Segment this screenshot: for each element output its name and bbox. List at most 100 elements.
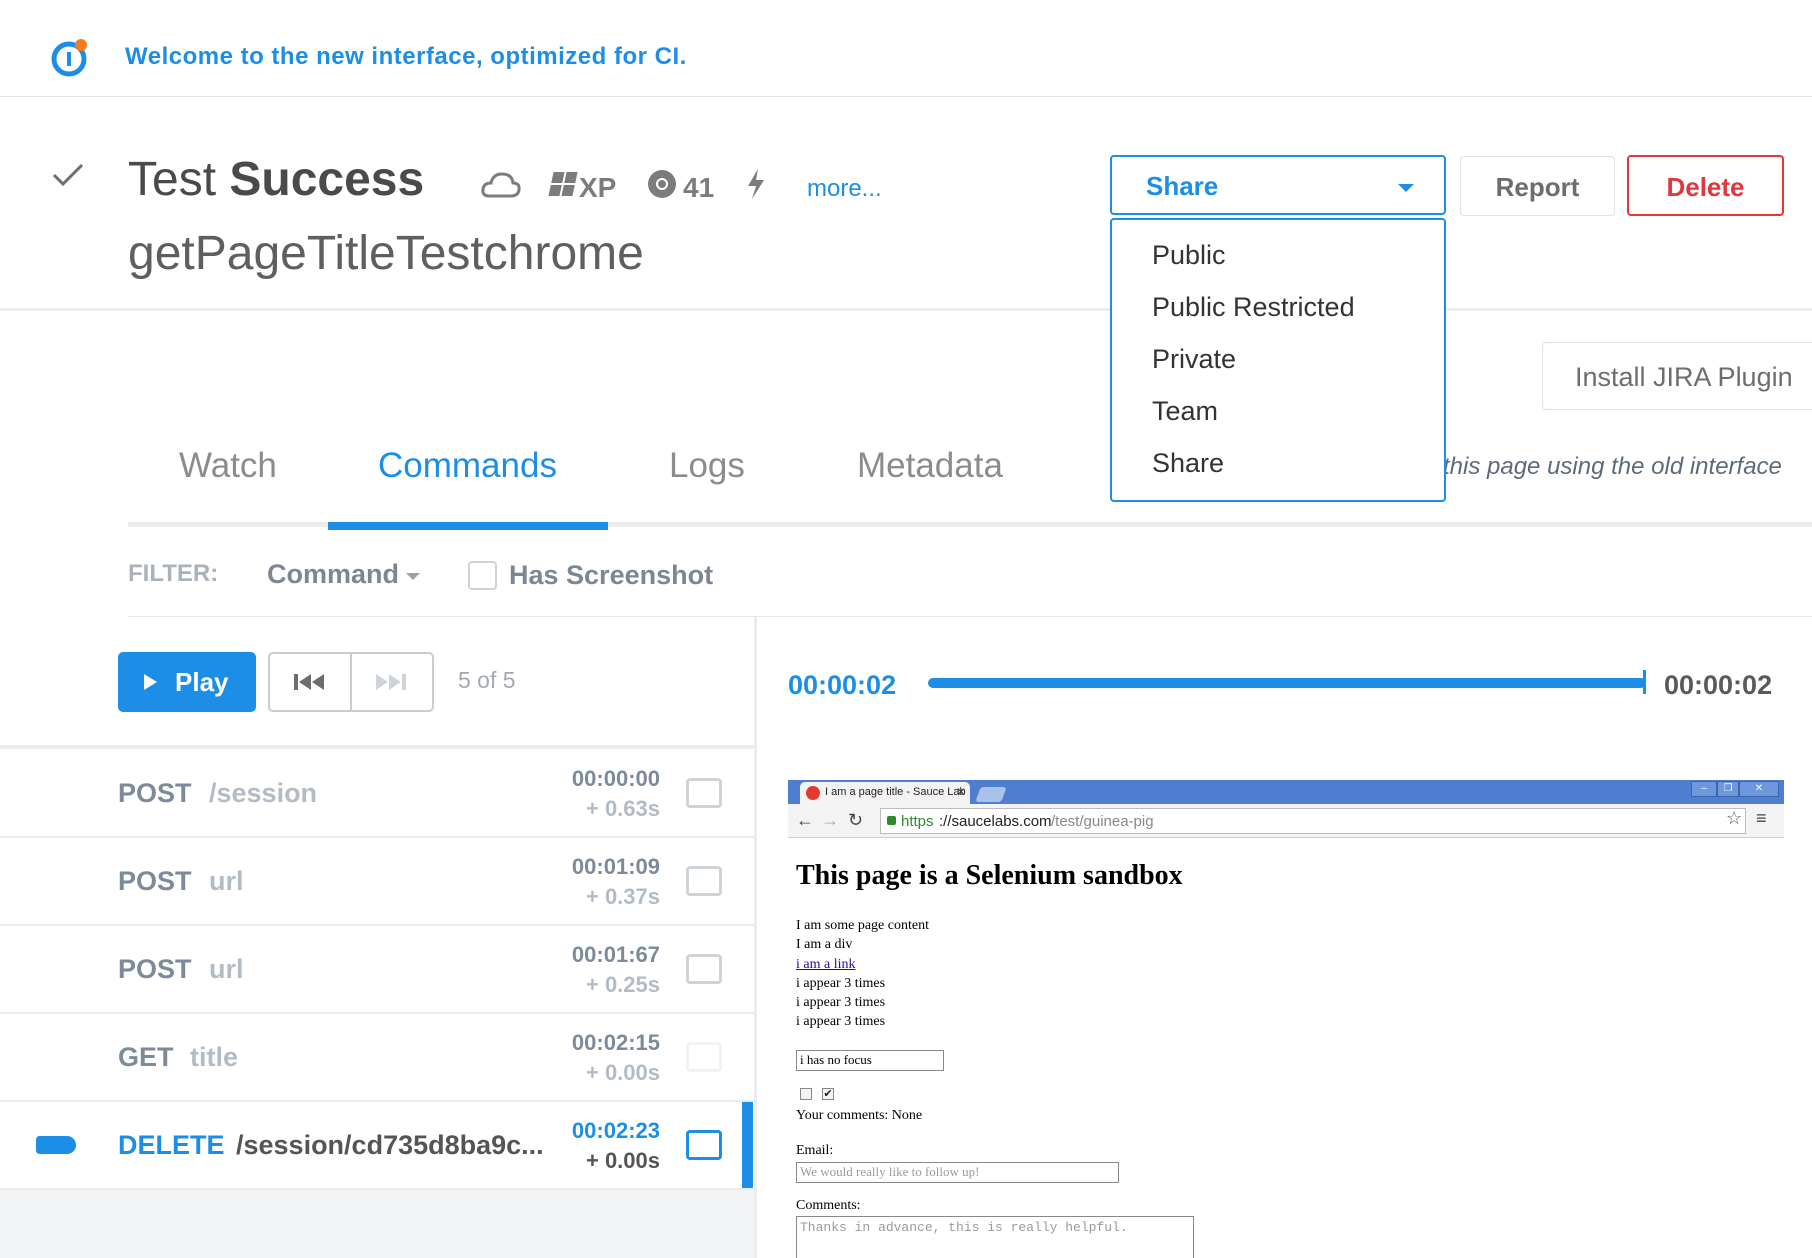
command-row[interactable]: POST url 00:01:67 + 0.25s [0,926,754,1014]
active-row-indicator [742,1102,753,1188]
tab-commands[interactable]: Commands [378,446,557,486]
page-comments-textarea: Thanks in advance, this is really helpfu… [796,1216,1194,1258]
current-time: 00:00:02 [788,670,897,700]
chrome-icon [648,170,676,198]
command-method: GET [118,1042,174,1072]
page-comments-label: Comments: [796,1198,861,1213]
test-name: getPageTitleTestchrome [128,227,644,280]
command-time: 00:01:67 [571,942,660,967]
command-delta: + 0.63s [585,796,660,821]
share-dropdown-button[interactable]: Share [1110,155,1446,215]
title-status: Success [229,153,425,206]
url-host: ://saucelabs.com [939,813,1052,830]
more-link[interactable]: more... [807,175,882,203]
command-delta: + 0.37s [585,884,660,909]
step-separator [350,654,352,710]
step-controls [268,652,434,712]
menu-item-team[interactable]: Team [1152,396,1218,427]
command-time: 00:01:09 [571,854,660,879]
total-time: 00:00:02 [1664,670,1773,700]
browser-titlebar: I am a page title - Sauce Lab ✕ – ❐ ✕ [788,780,1784,804]
delete-button[interactable]: Delete [1627,155,1784,216]
command-delta: + 0.00s [585,1148,660,1173]
has-screenshot-label[interactable]: Has Screenshot [509,560,713,591]
command-row[interactable]: GET title 00:02:15 + 0.00s [0,1014,754,1102]
url-scheme: https [901,813,934,830]
install-jira-plugin-button[interactable]: Install JIRA Plugin [1542,342,1812,410]
browser-tab-title: I am a page title - Sauce Lab [825,786,966,798]
report-button[interactable]: Report [1460,156,1615,216]
screenshot-icon[interactable] [686,866,722,896]
filter-label: FILTER: [128,560,219,587]
chevron-down-icon [406,573,420,580]
delete-label: Delete [1666,172,1745,202]
share-dropdown-menu: Public Public Restricted Private Team Sh… [1110,218,1446,502]
page-text: i appear 3 times [796,995,886,1010]
page-email-input: We would really like to follow up! [796,1162,1119,1183]
list-footer [0,1190,754,1258]
command-delta: + 0.00s [585,1060,660,1085]
command-delta: + 0.25s [585,972,660,997]
close-icon: ✕ [956,785,967,799]
play-button[interactable]: Play [118,652,256,712]
has-screenshot-checkbox[interactable] [468,561,497,590]
browser-tab: I am a page title - Sauce Lab ✕ [800,782,970,804]
page-text: i appear 3 times [796,976,886,991]
page-focus-input: i has no focus [796,1050,944,1071]
command-method: POST [118,866,192,896]
active-tab-indicator [328,522,608,530]
menu-item-share[interactable]: Share [1152,448,1224,479]
tab-metadata[interactable]: Metadata [857,446,1003,486]
star-icon: ☆ [1726,808,1743,828]
menu-icon: ≡ [1756,808,1767,828]
command-row[interactable]: POST /session 00:00:00 + 0.63s [0,750,754,838]
page-text: i appear 3 times [796,1014,886,1029]
skip-back-icon[interactable] [292,671,328,693]
lock-icon [887,816,896,825]
skip-forward-icon[interactable] [372,671,408,693]
command-time: 00:02:15 [571,1030,660,1055]
url-path: /test/guinea-pig [1051,813,1154,830]
command-method: POST [118,954,192,984]
old-interface-link[interactable]: this page using the old interface [1443,453,1782,481]
browser-version: 41 [683,172,715,203]
command-row-active[interactable]: DELETE /session/cd735d8ba9c... 00:02:23 … [0,1102,754,1190]
command-filter-dropdown[interactable]: Command [267,559,399,590]
command-screenshot: I am a page title - Sauce Lab ✕ – ❐ ✕ ← … [788,780,1784,1258]
command-time: 00:00:00 [571,766,660,791]
report-label: Report [1495,172,1580,202]
favicon-icon [806,786,820,800]
command-row[interactable]: POST url 00:01:09 + 0.37s [0,838,754,926]
panel-divider [754,617,757,1258]
page-checkbox-checked: ✔ [822,1088,834,1100]
close-window-icon: ✕ [1739,781,1779,797]
jira-label: Install JIRA Plugin [1575,362,1793,392]
page-checkbox [800,1088,812,1100]
os-label: XP [579,172,617,203]
menu-item-private[interactable]: Private [1152,344,1236,375]
page-email-label: Email: [796,1143,834,1158]
menu-item-public[interactable]: Public [1152,240,1226,271]
screenshot-icon[interactable] [686,778,722,808]
checkmark-icon [52,163,84,187]
tab-logs[interactable]: Logs [669,446,745,486]
page-heading: This page is a Selenium sandbox [796,860,1183,891]
timeline-slider[interactable] [928,678,1646,688]
restore-icon: ❐ [1717,781,1739,797]
command-path: url [209,866,244,896]
browser-toolbar: ← → ↻ https ://saucelabs.com /test/guine… [788,804,1784,838]
page-text: I am a div [796,937,853,952]
screenshot-icon[interactable] [686,954,722,984]
screenshot-icon[interactable] [686,1130,722,1160]
timeline-progress [928,678,1646,688]
timeline-handle[interactable] [1643,670,1646,694]
command-path: /session [209,778,318,808]
page-comments-result: Your comments: None [796,1108,923,1123]
page-text: I am some page content [796,918,929,933]
command-method: POST [118,778,192,808]
command-time: 00:02:23 [571,1118,660,1143]
page-link: i am a link [796,957,856,972]
command-method: DELETE [118,1130,225,1160]
tab-watch[interactable]: Watch [179,446,277,486]
menu-item-public-restricted[interactable]: Public Restricted [1152,292,1355,323]
